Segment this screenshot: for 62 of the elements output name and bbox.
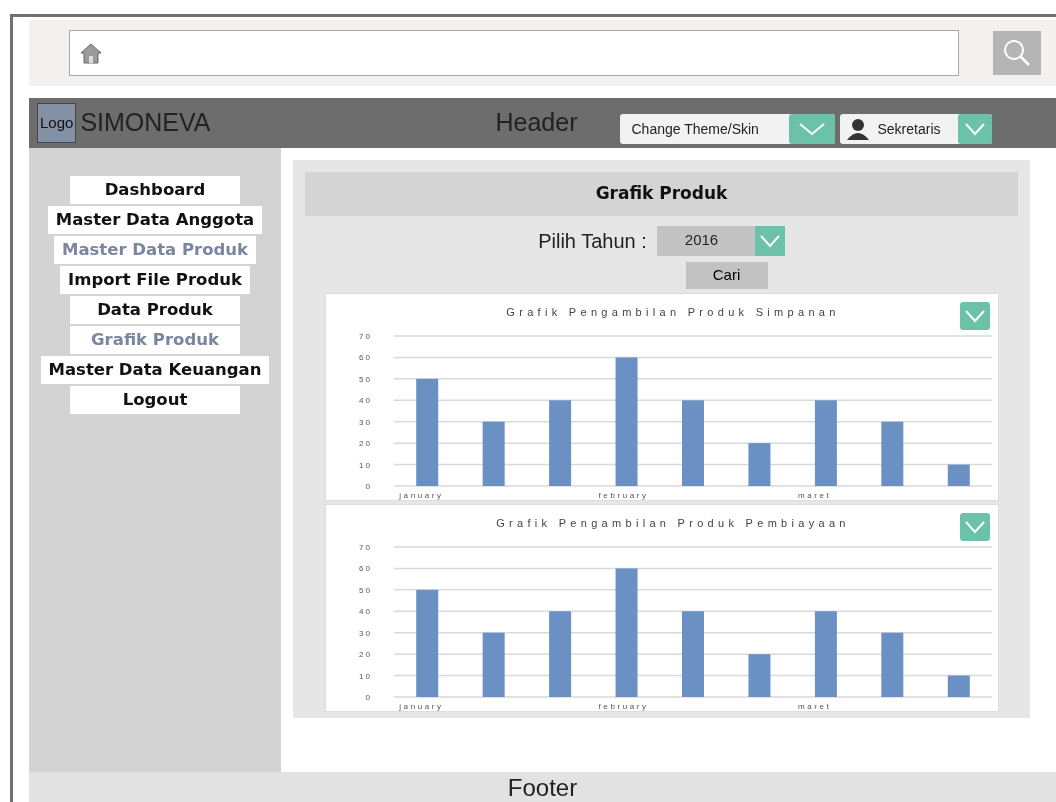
axis-tick-label: maret	[797, 490, 831, 500]
axis-tick-label: 30	[358, 628, 372, 638]
menu-item[interactable]: Master Data Keuangan	[40, 356, 270, 384]
axis-tick-label: 0	[365, 692, 372, 702]
axis-tick-label: 10	[358, 671, 372, 681]
footer-text: Footer	[507, 774, 578, 802]
logo: Logo	[37, 102, 77, 144]
axis-tick-label: 70	[358, 331, 372, 341]
menu-item[interactable]: Logout	[70, 386, 240, 414]
axis-tick-label: january	[398, 701, 444, 711]
menu-item[interactable]: Master Data Anggota	[47, 206, 263, 234]
axis-tick-label: maret	[797, 701, 831, 711]
house-icon	[80, 42, 102, 64]
header-title: Header	[495, 107, 578, 139]
search-button[interactable]	[993, 31, 1041, 75]
chevron-icon	[957, 114, 992, 144]
chevron-icon	[754, 225, 785, 256]
axis-tick-label: february	[598, 701, 649, 711]
axis-tick-label: 60	[358, 563, 372, 573]
axis-tick-label: 40	[358, 606, 372, 616]
chart-bar	[482, 632, 505, 697]
menu-item[interactable]: Master Data Produk	[54, 236, 256, 264]
person-icon	[845, 118, 870, 140]
chart-bar	[947, 675, 970, 697]
axis-tick-label: 10	[358, 460, 372, 470]
axis-tick-label: 20	[358, 438, 372, 448]
axis-tick-label: february	[598, 490, 649, 500]
chevron-icon	[963, 519, 986, 534]
chart-title: Grafik Pengambilan Produk Simpanan	[505, 305, 840, 318]
chart-bar	[947, 464, 970, 486]
axis-tick-label: 0	[365, 481, 372, 491]
chevron-icon	[788, 114, 835, 144]
menu-item[interactable]: Grafik Produk	[70, 326, 240, 354]
user-menu[interactable]: Sekretaris	[839, 114, 992, 144]
menu-item[interactable]: Import File Produk	[60, 266, 250, 294]
chevron-icon	[963, 308, 986, 323]
chart-bar	[747, 442, 770, 486]
chart-bar	[747, 653, 770, 697]
axis-tick-label: 50	[358, 374, 372, 384]
menu-item[interactable]: Data Produk	[70, 296, 240, 324]
year-select[interactable]: 2016	[656, 225, 785, 256]
axis-tick-label: january	[398, 490, 444, 500]
address-field[interactable]	[69, 30, 959, 76]
app-name: SIMONEVA	[80, 107, 211, 139]
axis-tick-label: 20	[358, 649, 372, 659]
panel-title: Grafik Produk	[305, 172, 1018, 216]
axis-tick-label: 70	[358, 542, 372, 552]
search-icon	[1002, 38, 1032, 68]
chart-title: Grafik Pengambilan Produk Pembiayaan	[495, 516, 850, 529]
axis-tick-label: 30	[358, 417, 372, 427]
dropdown-button[interactable]	[959, 512, 990, 541]
chart-bar	[482, 421, 505, 486]
axis-tick-label: 40	[358, 395, 372, 405]
year-label: Pilih Tahun :	[538, 228, 647, 254]
dropdown-button[interactable]	[959, 301, 990, 330]
theme-select[interactable]: Change Theme/Skin	[619, 114, 835, 144]
axis-tick-label: 60	[358, 352, 372, 362]
axis-tick-label: 50	[358, 585, 372, 595]
chart-bar	[880, 421, 903, 486]
chart-bar	[880, 632, 903, 697]
menu-item[interactable]: Dashboard	[70, 176, 240, 204]
search-button[interactable]: Cari	[685, 261, 768, 289]
